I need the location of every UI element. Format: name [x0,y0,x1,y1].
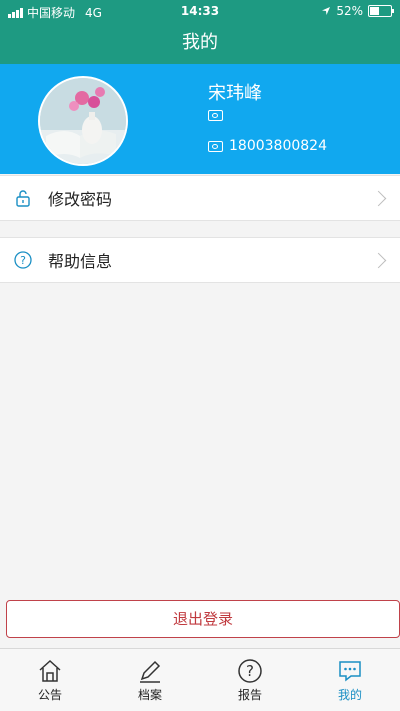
home-icon [39,659,61,682]
tab-label: 档案 [137,687,162,702]
menu-item-label: 帮助信息 [48,252,113,271]
help-circle-icon: ? [14,251,32,269]
profile-line-1 [208,110,229,121]
tab-reports[interactable]: ? 报告 [200,649,300,711]
tab-announcements[interactable]: 公告 [0,649,100,711]
tab-records[interactable]: 档案 [100,649,200,711]
tab-mine[interactable]: 我的 [300,649,400,711]
profile-phone: 18003800824 [229,138,327,154]
profile-card: 宋玮峰 18003800824 [0,64,400,174]
chevron-right-icon [370,190,387,206]
avatar[interactable] [38,76,128,166]
status-right: 52% [321,4,394,18]
profile-line-2: 18003800824 [208,138,327,154]
id-card-icon [208,110,223,121]
status-bar: 中国移动 4G 14:33 52% [0,0,400,22]
unlock-icon [14,189,32,207]
tab-label: 我的 [337,687,362,702]
svg-text:?: ? [20,254,26,267]
pencil-icon [140,660,161,683]
menu-item-label: 修改密码 [48,190,113,209]
battery-percent: 52% [336,4,363,18]
phone-card-icon [208,140,223,152]
tab-label: 报告 [237,687,262,702]
menu-item-change-password[interactable]: 修改密码 [0,175,400,221]
chevron-right-icon [370,252,387,268]
help-circle-icon: ? [238,658,262,683]
battery-icon [368,5,394,17]
location-arrow-icon [322,7,331,15]
page-title: 我的 [0,22,400,64]
profile-name: 宋玮峰 [208,83,262,104]
tab-bar: 公告 档案 ? 报告 我的 [0,648,400,711]
chat-bubble-icon [339,660,361,682]
tab-label: 公告 [37,687,62,702]
logout-button[interactable]: 退出登录 [6,600,400,638]
svg-text:?: ? [246,662,254,680]
menu-item-help[interactable]: ? 帮助信息 [0,237,400,283]
avatar-image [40,78,126,164]
